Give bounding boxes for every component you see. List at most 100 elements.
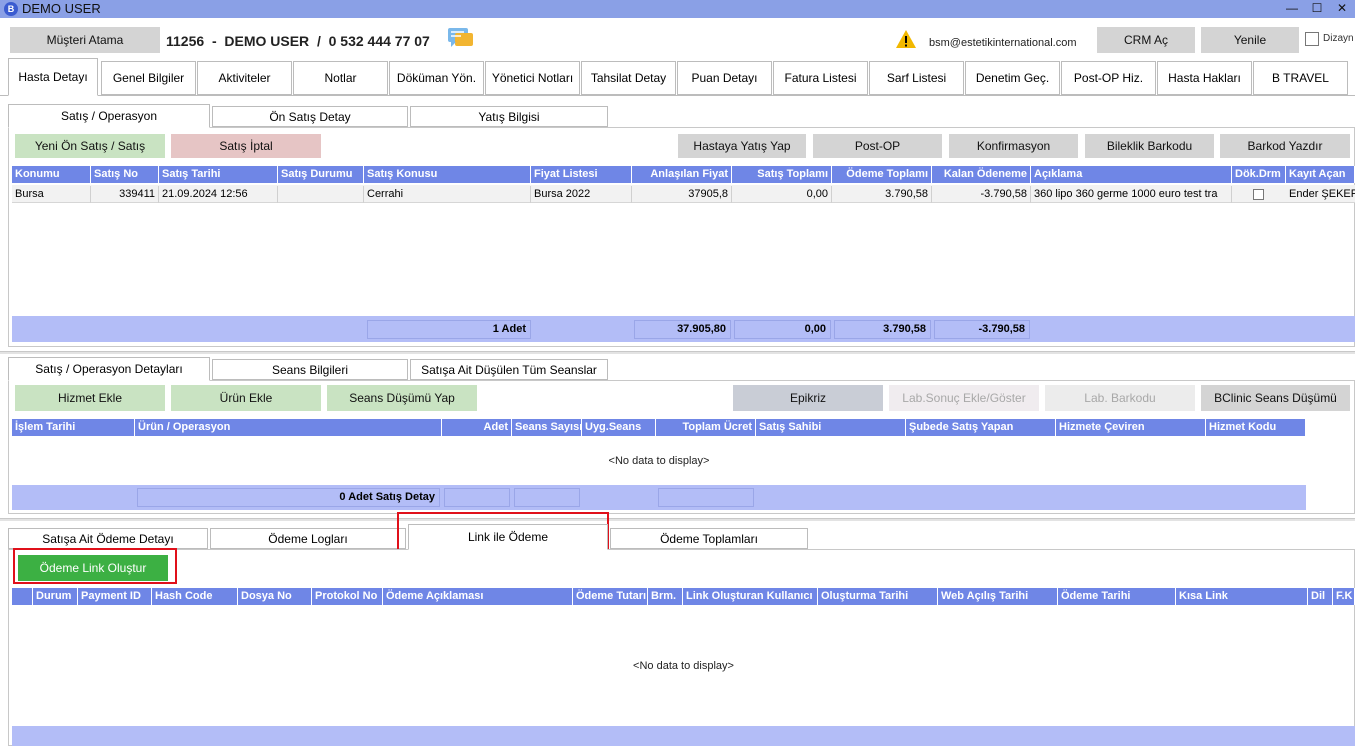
cell-payment-total: 3.790,58 [832,186,932,203]
bclinic-session-button[interactable]: BClinic Seans Düşümü [1201,385,1350,411]
payments-col-9[interactable]: Oluşturma Tarihi [818,588,938,605]
main-tab-5[interactable]: Yönetici Notları [485,61,580,95]
sales-col-7[interactable]: Satış Toplamı [732,166,832,183]
tab-link-payment[interactable]: Link ile Ödeme [408,524,608,550]
sales-col-5[interactable]: Fiyat Listesi [531,166,632,183]
lab-result-button[interactable]: Lab.Sonuç Ekle/Göster [889,385,1039,411]
main-tab-6[interactable]: Tahsilat Detay [581,61,676,95]
main-tab-13[interactable]: B TRAVEL [1253,61,1348,95]
details-col-3[interactable]: Seans Sayısı [512,419,582,436]
payments-col-1[interactable]: Payment ID [78,588,152,605]
bracelet-barcode-button[interactable]: Bileklik Barkodu [1085,134,1214,158]
details-col-0[interactable]: İşlem Tarihi [12,419,135,436]
session-deduct-button[interactable]: Seans Düşümü Yap [327,385,477,411]
payments-col-3[interactable]: Dosya No [238,588,312,605]
payments-col-10[interactable]: Web Açılış Tarihi [938,588,1058,605]
post-op-button[interactable]: Post-OP [813,134,942,158]
sales-col-4[interactable]: Satış Konusu [364,166,531,183]
sales-col-12[interactable]: Kayıt Açan [1286,166,1355,183]
payments-col-12[interactable]: Kısa Link [1176,588,1308,605]
payments-col-4[interactable]: Protokol No [312,588,383,605]
payments-col-14[interactable]: F.K [1333,588,1355,605]
tab-payment-logs[interactable]: Ödeme Logları [210,528,406,549]
tab-pre-sale-detail[interactable]: Ön Satış Detay [212,106,408,127]
details-col-2[interactable]: Adet [442,419,512,436]
sales-col-2[interactable]: Satış Tarihi [159,166,278,183]
main-tab-11[interactable]: Post-OP Hiz. [1061,61,1156,95]
sales-col-10[interactable]: Açıklama [1031,166,1232,183]
cell-price-list: Bursa 2022 [531,186,632,203]
tab-payment-totals[interactable]: Ödeme Toplamları [610,528,808,549]
button-highlight-box [13,548,177,584]
payments-col-11[interactable]: Ödeme Tarihi [1058,588,1176,605]
details-col-5[interactable]: Toplam Ücret [656,419,756,436]
payments-col-6[interactable]: Ödeme Tutarı [573,588,648,605]
sales-col-8[interactable]: Ödeme Toplamı [832,166,932,183]
details-col-6[interactable]: Satış Sahibi [756,419,906,436]
sales-col-3[interactable]: Satış Durumu [278,166,364,183]
sales-col-1[interactable]: Satış No [91,166,159,183]
details-col-7[interactable]: Şubede Satış Yapan [906,419,1056,436]
sales-col-9[interactable]: Kalan Ödeneme [932,166,1031,183]
customer-assign-button[interactable]: Müşteri Atama [10,27,160,53]
add-product-button[interactable]: Ürün Ekle [171,385,321,411]
details-col-1[interactable]: Ürün / Operasyon [135,419,442,436]
new-sale-button[interactable]: Yeni Ön Satış / Satış [15,134,165,158]
maximize-button[interactable]: ☐ [1306,0,1328,18]
payments-col-8[interactable]: Link Oluşturan Kullanıcı [683,588,818,605]
lab-barcode-button[interactable]: Lab. Barkodu [1045,385,1195,411]
add-service-button[interactable]: Hizmet Ekle [15,385,165,411]
payments-col-13[interactable]: Dil [1308,588,1333,605]
refresh-button[interactable]: Yenile [1201,27,1299,53]
close-button[interactable]: ✕ [1331,0,1353,18]
main-tab-1[interactable]: Genel Bilgiler [101,61,196,95]
cancel-sale-button[interactable]: Satış İptal [171,134,321,158]
warning-icon[interactable] [895,29,917,49]
tab-sales-operation[interactable]: Satış / Operasyon [8,104,210,128]
main-tab-12[interactable]: Hasta Hakları [1157,61,1252,95]
sales-col-6[interactable]: Anlaşılan Fiyat [632,166,732,183]
main-tab-10[interactable]: Denetim Geç. [965,61,1060,95]
admit-patient-button[interactable]: Hastaya Yatış Yap [678,134,806,158]
payments-col-5[interactable]: Ödeme Açıklaması [383,588,573,605]
splitter[interactable] [0,518,1355,521]
main-tab-4[interactable]: Döküman Yön. [389,61,484,95]
design-checkbox[interactable] [1305,32,1319,46]
payments-panel [8,549,1355,746]
main-tab-8[interactable]: Fatura Listesi [773,61,868,95]
user-email: bsm@estetikinternational.com [929,37,1077,49]
tab-all-sessions[interactable]: Satışa Ait Düşülen Tüm Seanslar [410,359,608,380]
splitter[interactable] [0,351,1355,354]
payments-col-7[interactable]: Brm. [648,588,683,605]
cell-sale-status [278,186,364,203]
main-tab-7[interactable]: Puan Detayı [677,61,772,95]
tab-sale-op-details[interactable]: Satış / Operasyon Detayları [8,357,210,381]
crm-open-button[interactable]: CRM Aç [1097,27,1195,53]
tab-admission-info[interactable]: Yatış Bilgisi [410,106,608,127]
main-tab-3[interactable]: Notlar [293,61,388,95]
chat-icon[interactable] [447,27,475,51]
cell-remaining: -3.790,58 [932,186,1031,203]
sales-col-0[interactable]: Konumu [12,166,91,183]
main-tab-0[interactable]: Hasta Detayı [8,58,98,96]
epikriz-button[interactable]: Epikriz [733,385,883,411]
sales-panel [8,127,1355,347]
tab-session-info[interactable]: Seans Bilgileri [212,359,408,380]
main-tab-2[interactable]: Aktiviteler [197,61,292,95]
details-col-4[interactable]: Uyg.Seans [582,419,656,436]
payments-summary-bar [12,726,1355,746]
payments-col-2[interactable]: Hash Code [152,588,238,605]
payments-col-0[interactable]: Durum [33,588,78,605]
cell-location: Bursa [12,186,91,203]
tab-payment-detail[interactable]: Satışa Ait Ödeme Detayı [8,528,208,549]
confirmation-button[interactable]: Konfirmasyon [949,134,1078,158]
patient-info: 11256 - DEMO USER / 0 532 444 77 07 [166,33,430,49]
cell-agreed-price: 37905,8 [632,186,732,203]
doc-status-checkbox[interactable] [1253,189,1264,200]
sales-col-11[interactable]: Dök.Drm [1232,166,1286,183]
details-col-9[interactable]: Hizmet Kodu [1206,419,1306,436]
details-col-8[interactable]: Hizmete Çeviren [1056,419,1206,436]
print-barcode-button[interactable]: Barkod Yazdır [1220,134,1350,158]
minimize-button[interactable]: — [1281,0,1303,18]
main-tab-9[interactable]: Sarf Listesi [869,61,964,95]
